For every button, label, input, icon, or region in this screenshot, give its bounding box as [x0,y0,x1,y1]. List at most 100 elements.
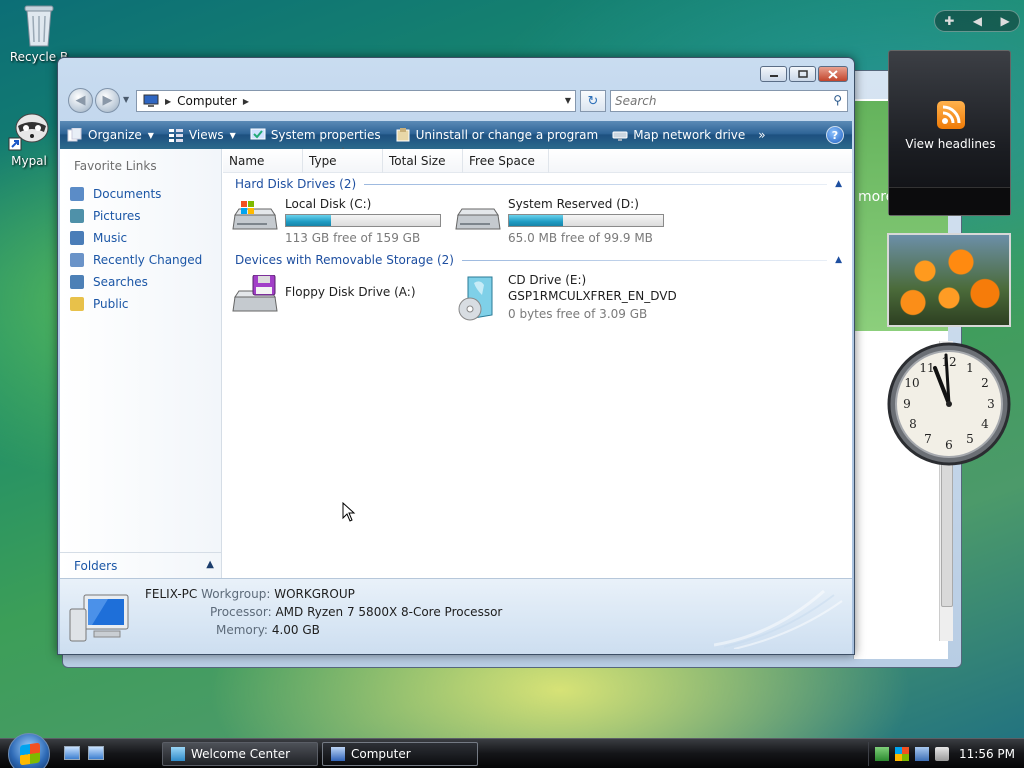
group-divider [364,183,828,185]
feed-gadget-footer [889,187,1010,215]
group-removable-storage[interactable]: Devices with Removable Storage (2) ▲ [235,251,842,269]
minimize-button[interactable] [760,66,787,82]
drive-local-disk-c[interactable]: Local Disk (C:) 113 GB free of 159 GB [231,197,451,245]
view-headlines-link[interactable]: View headlines [889,137,1012,151]
svg-text:7: 7 [924,432,932,446]
documents-icon [70,187,84,201]
favorite-link-documents[interactable]: Documents [70,183,202,205]
uninstall-program-button[interactable]: Uninstall or change a program [388,121,606,149]
favorite-link-recently-changed[interactable]: Recently Changed [70,249,202,271]
add-gadget-icon[interactable]: ✚ [944,14,954,28]
music-icon [70,231,84,245]
taskbar-welcome-center-button[interactable]: Welcome Center [162,742,318,766]
views-label: Views [188,128,224,142]
help-button[interactable]: ? [826,126,844,144]
taskbar-button-label: Welcome Center [191,747,291,761]
breadcrumb-computer[interactable]: Computer [177,94,237,108]
navigation-row: ◀ ▶ ▼ ▶ Computer ▶ ▼ ↻ ⚲ [66,88,848,114]
welcome-center-icon [171,747,185,761]
favorite-link-music[interactable]: Music [70,227,202,249]
column-total-size[interactable]: Total Size [383,149,463,173]
folders-toggle[interactable]: Folders ▲ [60,552,222,578]
organize-icon [67,128,82,142]
breadcrumb-chevron-icon[interactable]: ▶ [243,97,249,106]
group-divider [461,259,828,261]
refresh-button[interactable]: ↻ [580,90,606,112]
feed-headlines-gadget[interactable]: View headlines [888,50,1011,216]
mypal-label: Mypal [11,154,47,168]
favorite-link-public[interactable]: Public [70,293,202,315]
drive-cd-e[interactable]: CD Drive (E:) GSP1RMCULXFRER_EN_DVD 0 by… [454,273,677,321]
system-properties-icon [250,128,266,140]
mypal-desktop-icon[interactable]: Mypal [0,108,64,168]
column-label: Type [309,154,337,168]
forward-button[interactable]: ▶ [95,88,120,113]
views-button[interactable]: Views ▼ [161,121,243,149]
recently-changed-icon [70,253,84,267]
slideshow-gadget-photo[interactable] [887,233,1011,327]
hard-drive-icon [455,208,501,230]
drive-name: Floppy Disk Drive (A:) [285,285,416,299]
column-header: Name ˆ Type Total Size Free Space [223,147,852,173]
organize-label: Organize [88,128,142,142]
next-gadgets-icon[interactable]: ▶ [1001,14,1010,28]
favorite-link-searches[interactable]: Searches [70,271,202,293]
details-pane: FELIX-PC Workgroup: WORKGROUP Processor:… [60,578,852,654]
drive-free-space: 113 GB free of 159 GB [285,231,421,245]
switch-windows-icon[interactable] [88,746,104,760]
address-dropdown-icon[interactable]: ▼ [565,96,571,105]
toolbar-overflow-icon: » [758,128,766,142]
computer-explorer-window[interactable]: ◀ ▶ ▼ ▶ Computer ▶ ▼ ↻ ⚲ Organize ▼ [57,57,855,655]
drive-system-reserved-d[interactable]: System Reserved (D:) 65.0 MB free of 99.… [454,197,674,245]
organize-dropdown-icon: ▼ [147,130,154,140]
breadcrumb-separator-icon[interactable]: ▶ [165,97,171,106]
recycle-bin-desktop-icon[interactable]: Recycle B [4,2,74,64]
uninstall-program-label: Uninstall or change a program [415,128,599,142]
svg-text:10: 10 [904,376,919,390]
search-icon[interactable]: ⚲ [833,93,842,107]
volume-muted-icon[interactable] [935,747,949,761]
search-box[interactable]: ⚲ [610,90,848,112]
windows-update-icon[interactable] [875,747,889,761]
column-name[interactable]: Name [223,149,303,173]
toolbar-overflow-button[interactable]: » [752,121,771,149]
previous-gadgets-icon[interactable]: ◀ [973,14,982,28]
favorite-link-pictures[interactable]: Pictures [70,205,202,227]
taskbar: Welcome Center Computer 11:56 PM [0,733,1024,768]
column-type[interactable]: ˆ Type [303,147,383,173]
workgroup-label: Workgroup: [201,587,271,601]
clock-gadget[interactable]: 12 12 345 678 91011 [886,341,1012,467]
maximize-button[interactable] [789,66,816,82]
drive-free-space: 0 bytes free of 3.09 GB [508,307,648,321]
collapse-group-icon[interactable]: ▲ [835,255,842,265]
show-desktop-icon[interactable] [64,746,80,760]
map-network-drive-label: Map network drive [633,128,746,142]
recent-pages-dropdown[interactable]: ▼ [123,95,129,104]
group-hard-disk-drives[interactable]: Hard Disk Drives (2) ▲ [235,175,842,193]
organize-button[interactable]: Organize ▼ [60,121,161,149]
system-properties-button[interactable]: System properties [243,121,388,149]
content-area: Favorite Links Documents Pictures Music … [60,147,852,578]
taskbar-clock[interactable]: 11:56 PM [959,747,1015,761]
map-network-drive-button[interactable]: Map network drive [605,121,752,149]
mouse-cursor-icon [342,502,356,522]
memory-value: 4.00 GB [271,623,320,637]
search-input[interactable] [615,92,815,110]
views-icon [168,129,183,142]
start-button[interactable] [8,733,50,768]
group-title: Devices with Removable Storage (2) [235,253,454,267]
svg-text:1: 1 [966,361,974,375]
taskbar-computer-button[interactable]: Computer [322,742,478,766]
collapse-group-icon[interactable]: ▲ [835,179,842,189]
back-button[interactable]: ◀ [68,88,93,113]
help-icon: ? [831,128,839,142]
security-center-icon[interactable] [895,747,909,761]
address-bar[interactable]: ▶ Computer ▶ ▼ [136,90,576,112]
sidebar-gadget-controls: ✚ ◀ ▶ [934,10,1020,32]
forward-arrow-icon: ▶ [102,93,113,108]
column-free-space[interactable]: Free Space [463,149,549,173]
close-button[interactable] [818,66,848,82]
network-icon[interactable] [915,747,929,761]
caption-buttons [760,66,848,82]
drive-floppy-a[interactable]: Floppy Disk Drive (A:) [231,273,451,321]
